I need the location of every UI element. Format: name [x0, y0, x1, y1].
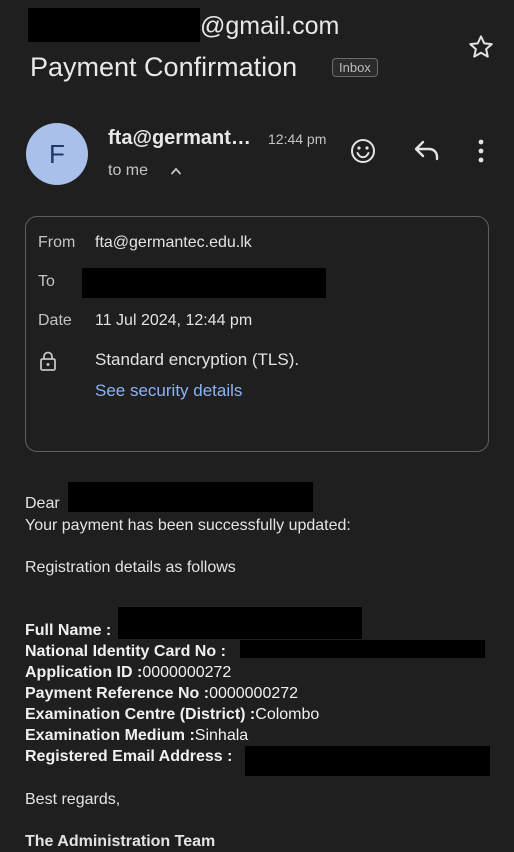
field-full-name: Full Name :	[25, 622, 112, 639]
field-registered-email: Registered Email Address :	[25, 748, 233, 765]
body-line-1: Your payment has been successfully updat…	[25, 517, 351, 534]
inbox-label-badge[interactable]: Inbox	[332, 58, 378, 77]
security-details-link[interactable]: See security details	[95, 381, 242, 401]
star-icon[interactable]	[466, 32, 496, 62]
chevron-up-icon[interactable]	[170, 166, 182, 176]
sender-avatar[interactable]: F	[26, 123, 88, 185]
closing: Best regards,	[25, 791, 121, 808]
from-value[interactable]: fta@germantec.edu.lk	[95, 234, 252, 252]
redacted-account-name	[28, 8, 200, 42]
reply-icon[interactable]	[412, 137, 442, 163]
date-value: 11 Jul 2024, 12:44 pm	[95, 312, 253, 329]
field-nic: National Identity Card No :	[25, 643, 226, 660]
redacted-registered-email	[245, 746, 490, 776]
email-subject: Payment Confirmation	[30, 52, 298, 82]
from-label: From	[38, 234, 76, 251]
field-exam-centre: Examination Centre (District) :Colombo	[25, 706, 320, 723]
to-label: To	[38, 273, 55, 290]
redacted-full-name	[118, 607, 362, 639]
field-application-id: Application ID :0000000272	[25, 664, 232, 681]
encryption-status: Standard encryption (TLS).	[95, 350, 300, 369]
signature: The Administration Team	[25, 833, 216, 850]
field-exam-medium: Examination Medium :Sinhala	[25, 727, 249, 744]
redacted-nic	[240, 640, 485, 658]
sender-name[interactable]: fta@germant…	[108, 127, 251, 150]
greeting: Dear	[25, 495, 60, 512]
body-line-2: Registration details as follows	[25, 559, 236, 576]
lock-icon	[40, 351, 56, 371]
message-time: 12:44 pm	[268, 131, 327, 147]
redacted-to-address	[82, 268, 326, 298]
date-label: Date	[38, 312, 72, 329]
emoji-icon[interactable]	[348, 136, 378, 166]
more-icon[interactable]	[472, 136, 490, 166]
field-payment-reference: Payment Reference No :0000000272	[25, 685, 299, 702]
account-email: @gmail.com	[200, 12, 340, 40]
redacted-recipient-name	[68, 482, 313, 512]
recipient-summary[interactable]: to me	[108, 162, 148, 180]
